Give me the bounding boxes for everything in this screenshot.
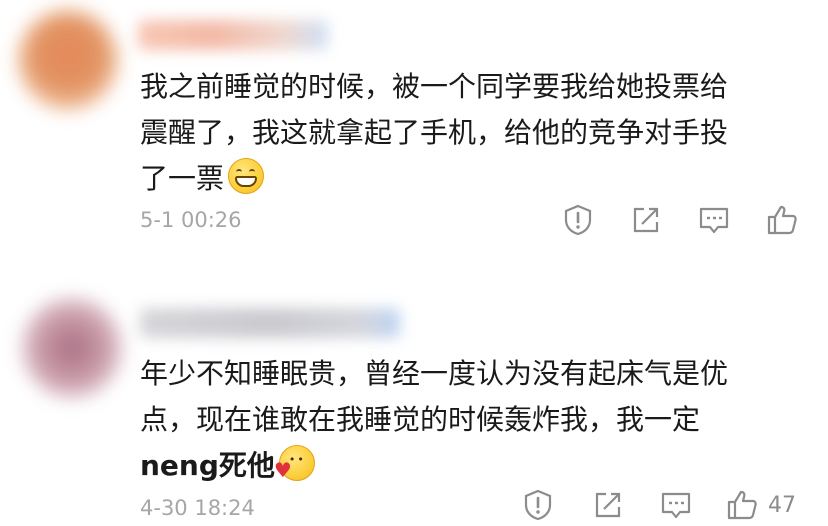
- report-button[interactable]: [560, 202, 596, 238]
- username-redacted[interactable]: [140, 308, 400, 338]
- comment-text: 年少不知睡眠贵，曾经一度认为没有起床气是优 点，现在谁敢在我睡觉的时候轰炸我，我一…: [140, 351, 800, 489]
- comment-line: neng死他: [140, 449, 275, 482]
- share-icon: [633, 207, 659, 233]
- timestamp: 4-30 18:24: [140, 496, 255, 520]
- comment-line: 点，现在谁敢在我睡觉的时候轰炸我，我一定: [140, 403, 701, 436]
- comment-item: 我之前睡觉的时候，被一个同学要我给她投票给 震醒了，我这就拿起了手机，给他的竞争对…: [0, 0, 828, 262]
- timestamp: 5-1 00:26: [140, 208, 242, 232]
- comment-text: 我之前睡觉的时候，被一个同学要我给她投票给 震醒了，我这就拿起了手机，给他的竞争对…: [140, 64, 800, 202]
- comment-line: 了一票: [140, 162, 225, 195]
- username-redacted[interactable]: [138, 20, 328, 50]
- share-icon: [595, 492, 621, 518]
- share-button[interactable]: [628, 202, 664, 238]
- warning-shield-icon: [564, 204, 592, 236]
- like-count: 47: [768, 493, 796, 518]
- grinning-face-icon: [228, 158, 265, 194]
- reply-button[interactable]: [658, 487, 694, 523]
- comment-line: 我之前睡觉的时候，被一个同学要我给她投票给: [140, 70, 729, 103]
- warning-shield-icon: [524, 489, 552, 521]
- thumbs-up-icon: [767, 205, 797, 235]
- avatar[interactable]: [18, 10, 118, 110]
- comment-line: 年少不知睡眠贵，曾经一度认为没有起床气是优: [140, 357, 729, 390]
- reply-button[interactable]: [696, 202, 732, 238]
- face-with-heart-icon: •• ♥: [274, 445, 315, 481]
- comment-icon: [699, 207, 729, 234]
- report-button[interactable]: [520, 487, 556, 523]
- like-button[interactable]: [724, 487, 760, 523]
- comment-item: 年少不知睡眠贵，曾经一度认为没有起床气是优 点，现在谁敢在我睡觉的时候轰炸我，我一…: [0, 280, 828, 526]
- like-button[interactable]: [764, 202, 800, 238]
- comment-icon: [661, 492, 691, 519]
- thumbs-up-icon: [727, 490, 757, 520]
- comment-line: 震醒了，我这就拿起了手机，给他的竞争对手投: [140, 116, 729, 149]
- share-button[interactable]: [590, 487, 626, 523]
- avatar[interactable]: [22, 298, 122, 398]
